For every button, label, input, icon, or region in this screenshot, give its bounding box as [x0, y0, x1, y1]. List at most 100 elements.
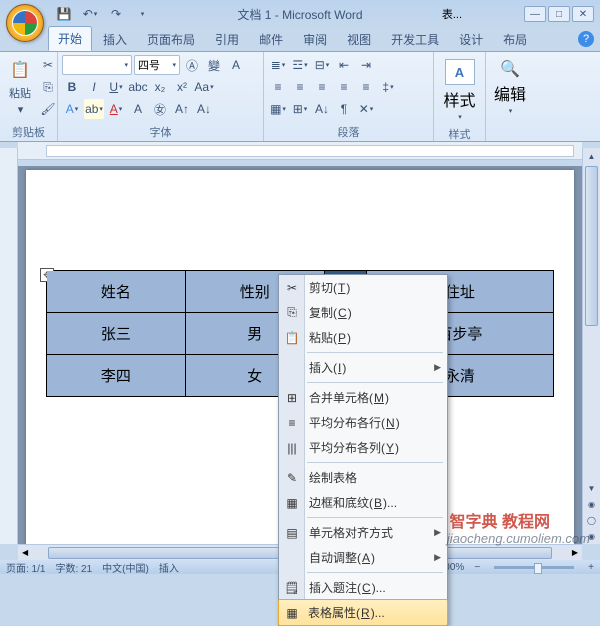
multilevel-button[interactable]: ⊟▾: [312, 55, 332, 75]
ctx-insert-caption[interactable]: 🗒插入题注(C)...: [279, 575, 447, 600]
dist-cols-icon: |||: [283, 441, 301, 455]
bold-button[interactable]: B: [62, 77, 82, 97]
table-cell[interactable]: 张三: [47, 313, 186, 355]
browse-object-icon[interactable]: ◯: [583, 512, 600, 528]
ctx-merge-cells[interactable]: ⊞合并单元格(M): [279, 385, 447, 410]
close-button[interactable]: ✕: [572, 6, 594, 22]
underline-button[interactable]: U▾: [106, 77, 126, 97]
ctx-cut[interactable]: ✂剪切(T): [279, 275, 447, 300]
sort-button[interactable]: A↓: [312, 99, 332, 119]
align-left-button[interactable]: ≡: [268, 77, 288, 97]
redo-icon[interactable]: ↷: [106, 4, 126, 24]
ctx-autofit[interactable]: 自动调整(A)▶: [279, 545, 447, 570]
ctx-insert[interactable]: 插入(I)▶: [279, 355, 447, 380]
cut-icon[interactable]: ✂: [38, 55, 58, 75]
char-shading-button[interactable]: A: [128, 99, 148, 119]
tab-table-layout[interactable]: 布局: [494, 28, 536, 51]
editing-button[interactable]: 🔍 编辑 ▾: [490, 55, 530, 119]
format-painter-icon[interactable]: 🖌: [38, 99, 58, 119]
shrink-font-button[interactable]: A↓: [194, 99, 214, 119]
subscript-button[interactable]: x₂: [150, 77, 170, 97]
phonetic-icon[interactable]: 變: [204, 55, 224, 75]
highlight-button[interactable]: ab▾: [84, 99, 104, 119]
distribute-button[interactable]: ≡: [356, 77, 376, 97]
zoom-out-button[interactable]: −: [474, 562, 480, 573]
font-size-combo[interactable]: 四号▾: [134, 55, 180, 75]
vertical-scrollbar[interactable]: ▲ ▼ ◉ ◯ ◉: [582, 148, 600, 544]
bullets-button[interactable]: ≣▾: [268, 55, 288, 75]
maximize-button[interactable]: □: [548, 6, 570, 22]
scroll-thumb[interactable]: [585, 166, 598, 326]
tab-page-layout[interactable]: 页面布局: [138, 28, 204, 51]
copy-icon[interactable]: ⎘: [38, 77, 58, 97]
increase-indent-button[interactable]: ⇥: [356, 55, 376, 75]
tab-mailings[interactable]: 邮件: [250, 28, 292, 51]
ctx-table-properties[interactable]: ▦表格属性(R)...: [278, 599, 448, 626]
align-right-button[interactable]: ≡: [312, 77, 332, 97]
font-family-combo[interactable]: ▾: [62, 55, 132, 75]
vertical-ruler[interactable]: [0, 148, 18, 544]
styles-button[interactable]: A 样式 ▾: [440, 55, 480, 125]
tab-developer[interactable]: 开发工具: [382, 28, 448, 51]
word-count[interactable]: 字数: 21: [55, 560, 92, 575]
scroll-down-icon[interactable]: ▼: [583, 480, 600, 496]
superscript-button[interactable]: x²: [172, 77, 192, 97]
ctx-copy[interactable]: ⎘复制(C): [279, 300, 447, 325]
snap-button[interactable]: ✕▾: [356, 99, 376, 119]
ctx-distribute-rows[interactable]: ≡平均分布各行(N): [279, 410, 447, 435]
italic-button[interactable]: I: [84, 77, 104, 97]
office-button[interactable]: [6, 4, 44, 42]
undo-icon[interactable]: ↶▾: [80, 4, 100, 24]
char-border-icon[interactable]: A: [226, 55, 246, 75]
minimize-button[interactable]: —: [524, 6, 546, 22]
tab-references[interactable]: 引用: [206, 28, 248, 51]
paste-label: 粘贴: [9, 85, 31, 101]
grow-font-button[interactable]: A↑: [172, 99, 192, 119]
horizontal-ruler[interactable]: [18, 142, 582, 160]
help-icon[interactable]: ?: [578, 31, 594, 47]
page-indicator[interactable]: 页面: 1/1: [6, 560, 45, 575]
tab-home[interactable]: 开始: [48, 26, 92, 51]
scroll-right-icon[interactable]: ▶: [568, 548, 582, 557]
text-effect-button[interactable]: A▾: [62, 99, 82, 119]
save-icon[interactable]: 💾: [54, 4, 74, 24]
change-case-button[interactable]: Aa▾: [194, 77, 214, 97]
borders-button[interactable]: ⊞▾: [290, 99, 310, 119]
ctx-paste[interactable]: 📋粘贴(P): [279, 325, 447, 350]
language-indicator[interactable]: 中文(中国): [102, 560, 149, 575]
table-cell[interactable]: 姓名: [47, 271, 186, 313]
ctx-cell-alignment[interactable]: ▤单元格对齐方式▶: [279, 520, 447, 545]
scroll-left-icon[interactable]: ◀: [18, 548, 32, 557]
show-marks-button[interactable]: ¶: [334, 99, 354, 119]
zoom-in-button[interactable]: +: [588, 562, 594, 573]
styles-icon: A: [445, 59, 475, 85]
paste-icon: 📋: [283, 331, 301, 345]
decrease-indent-button[interactable]: ⇤: [334, 55, 354, 75]
qat-more-icon[interactable]: ▾: [132, 4, 152, 24]
clear-format-icon[interactable]: Ⓐ: [182, 55, 202, 75]
font-color-button[interactable]: A▾: [106, 99, 126, 119]
properties-icon: ▦: [283, 606, 301, 620]
zoom-slider[interactable]: [494, 566, 574, 569]
scroll-up-icon[interactable]: ▲: [583, 148, 600, 164]
tab-review[interactable]: 审阅: [294, 28, 336, 51]
paste-icon: 📋: [6, 57, 34, 83]
ctx-draw-table[interactable]: ✎绘制表格: [279, 465, 447, 490]
enclose-char-button[interactable]: ㊛: [150, 99, 170, 119]
insert-mode[interactable]: 插入: [159, 560, 179, 575]
tab-view[interactable]: 视图: [338, 28, 380, 51]
strike-button[interactable]: abc: [128, 77, 148, 97]
prev-page-icon[interactable]: ◉: [583, 496, 600, 512]
shading-button[interactable]: ▦▾: [268, 99, 288, 119]
paste-button[interactable]: 📋 粘贴 ▾: [4, 55, 36, 118]
table-cell[interactable]: 李四: [47, 355, 186, 397]
justify-button[interactable]: ≡: [334, 77, 354, 97]
tab-design[interactable]: 设计: [450, 28, 492, 51]
ctx-distribute-cols[interactable]: |||平均分布各列(Y): [279, 435, 447, 460]
tab-insert[interactable]: 插入: [94, 28, 136, 51]
numbering-button[interactable]: ☲▾: [290, 55, 310, 75]
align-center-button[interactable]: ≡: [290, 77, 310, 97]
draw-table-icon: ✎: [283, 471, 301, 485]
ctx-borders-shading[interactable]: ▦边框和底纹(B)...: [279, 490, 447, 515]
line-spacing-button[interactable]: ‡▾: [378, 77, 398, 97]
